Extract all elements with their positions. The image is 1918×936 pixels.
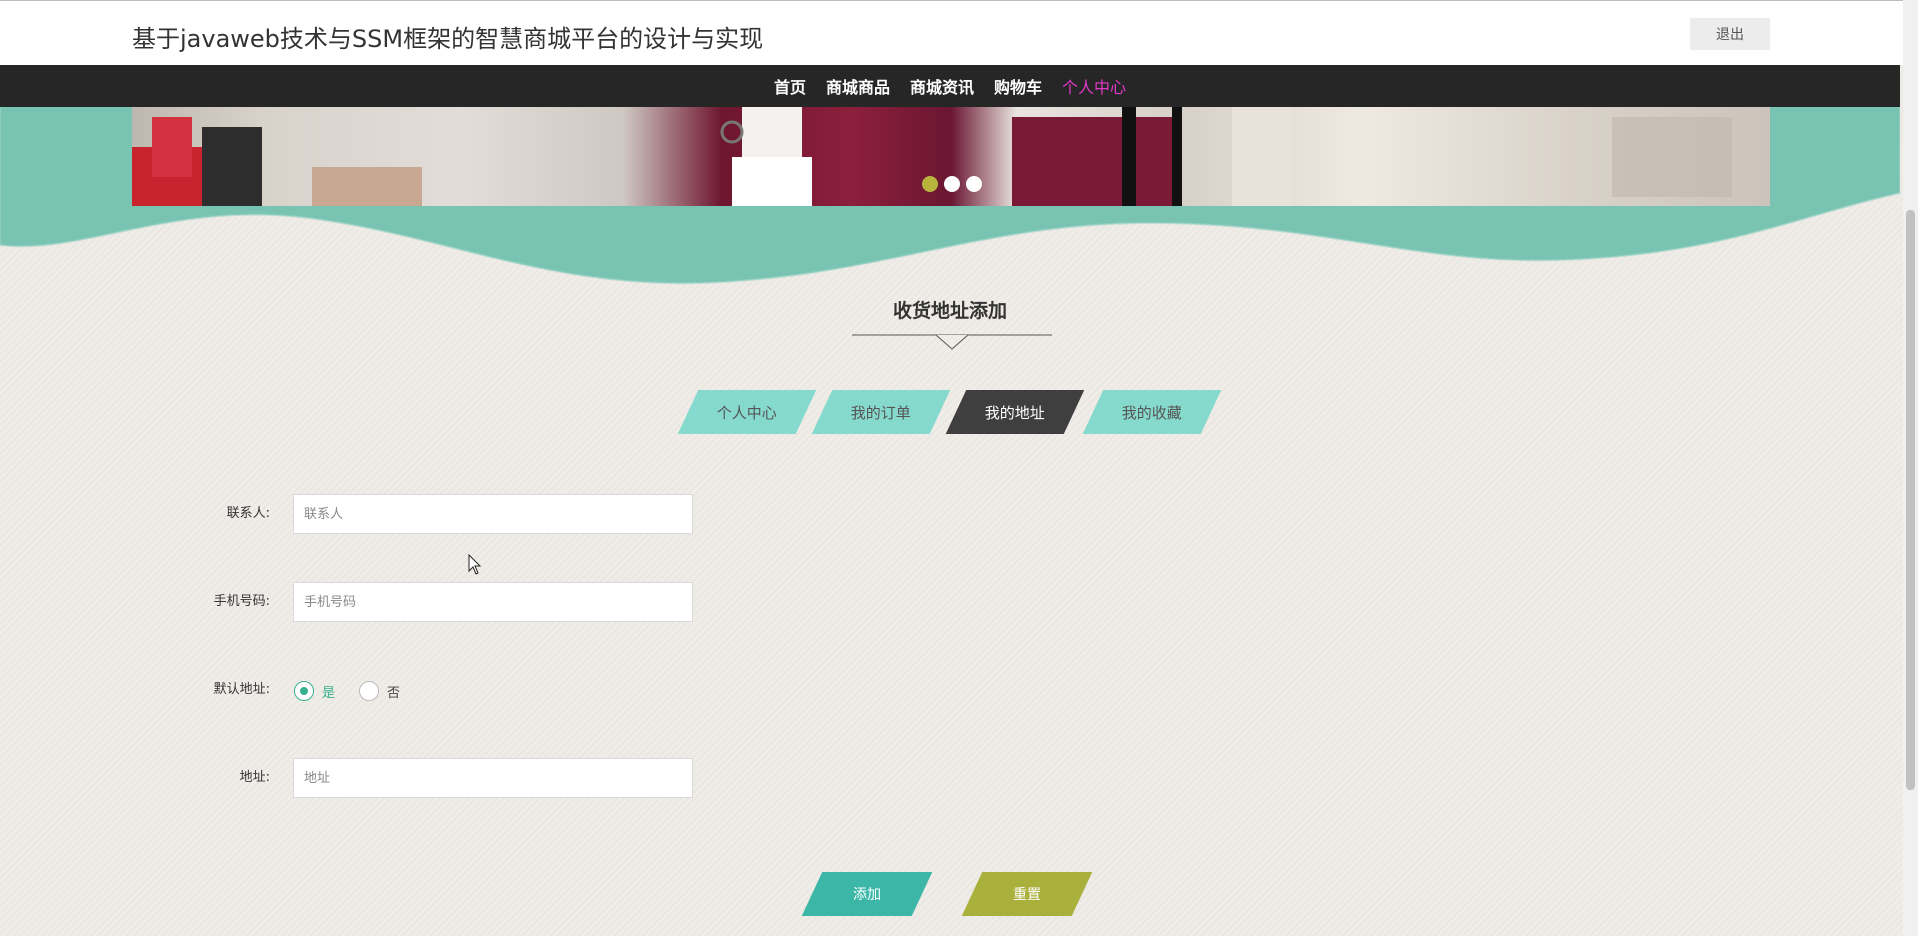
tab-my-address[interactable]: 我的地址 [945, 390, 1085, 434]
tab-my-orders[interactable]: 我的订单 [811, 390, 951, 434]
main-nav: 首页 商城商品 商城资讯 购物车 个人中心 [0, 65, 1900, 107]
section-title: 收货地址添加 [892, 300, 1007, 322]
profile-tabs: 个人中心 我的订单 我的地址 我的收藏 [0, 390, 1900, 434]
add-button[interactable]: 添加 [801, 872, 933, 916]
carousel-dot-2[interactable] [944, 176, 960, 192]
scrollbar-thumb[interactable] [1906, 210, 1915, 790]
default-address-label: 默认地址: [213, 682, 270, 697]
radio-circle [359, 681, 380, 701]
site-title: 基于javaweb技术与SSM框架的智慧商城平台的设计与实现 [132, 25, 764, 53]
reset-button-label: 重置 [1013, 887, 1041, 903]
tab-my-favorites[interactable]: 我的收藏 [1082, 390, 1222, 434]
contact-label: 联系人: [226, 506, 270, 521]
default-no-radio[interactable]: 否 [359, 681, 400, 701]
nav-item-news[interactable]: 商城资讯 [910, 74, 974, 98]
mouse-cursor-icon [468, 554, 482, 575]
carousel-dot-1[interactable] [922, 176, 938, 192]
carousel-dots [922, 176, 982, 192]
radio-label: 否 [387, 685, 401, 701]
default-address-radio-group: 是 否 [294, 681, 424, 701]
nav-item-personal-center[interactable]: 个人中心 [1062, 74, 1126, 98]
nav-item-cart[interactable]: 购物车 [994, 74, 1042, 98]
tab-personal-center[interactable]: 个人中心 [677, 390, 817, 434]
tab-label: 我的收藏 [1121, 403, 1182, 422]
tab-label: 我的地址 [984, 403, 1045, 422]
phone-input[interactable] [293, 582, 693, 622]
contact-input[interactable] [293, 494, 693, 534]
reset-button[interactable]: 重置 [961, 872, 1093, 916]
radio-circle [294, 681, 314, 701]
nav-item-products[interactable]: 商城商品 [826, 74, 890, 98]
address-label: 地址: [239, 770, 270, 785]
phone-label: 手机号码: [213, 594, 270, 609]
site-header: 基于javaweb技术与SSM框架的智慧商城平台的设计与实现 退出 [0, 0, 1918, 65]
radio-label: 是 [322, 685, 336, 701]
title-divider-chevron [852, 334, 1052, 350]
tab-label: 个人中心 [716, 403, 777, 422]
address-input[interactable] [293, 758, 693, 798]
tab-label: 我的订单 [850, 403, 911, 422]
nav-scallop-edge [0, 103, 1900, 111]
nav-item-home[interactable]: 首页 [774, 74, 806, 98]
carousel-dot-3[interactable] [966, 176, 982, 192]
default-yes-radio[interactable]: 是 [294, 681, 335, 701]
add-button-label: 添加 [853, 887, 881, 903]
logout-button[interactable]: 退出 [1690, 18, 1770, 50]
